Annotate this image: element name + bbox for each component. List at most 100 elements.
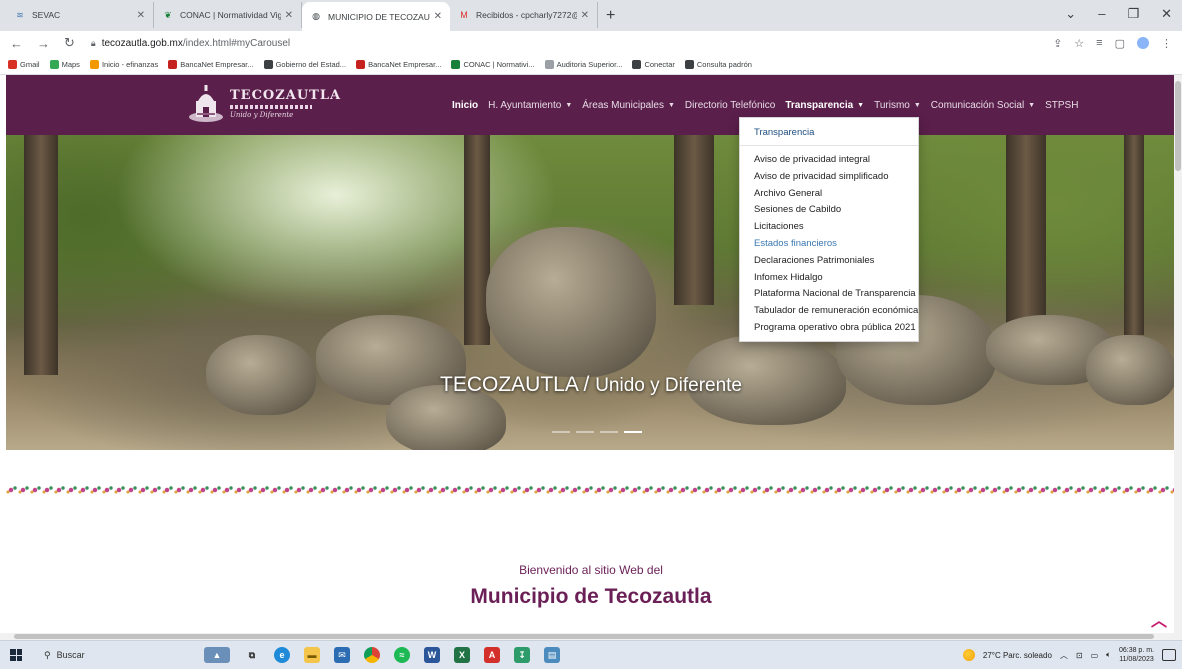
carousel-indicator[interactable] [576,431,594,433]
decorative-pattern-strip [6,485,1176,495]
address-bar: ← → ↻ 🔒︎ tecozautla.gob.mx/index.html#my… [0,31,1182,55]
start-button[interactable] [0,641,32,669]
tab-title: Recibidos - cpcharly7272@gmai [476,10,577,20]
weather-text[interactable]: 27°C Parc. soleado [983,651,1052,660]
conac-favicon-icon: ❦ [164,9,172,20]
bookmark-favicon-icon [8,60,17,69]
close-tab-icon[interactable]: ✕ [434,11,442,22]
bookmark-item[interactable]: CONAC | Normativi... [451,60,535,69]
contpaqi-icon[interactable]: ↧ [514,647,530,663]
close-window-icon[interactable]: ✕ [1161,6,1172,22]
site-logo[interactable]: TECOZAUTLA Unido y Diferente [188,83,341,123]
clock[interactable]: 06:38 p. m. 11/08/2023 [1119,646,1154,664]
new-tab-button[interactable]: + [606,7,615,25]
dropdown-item[interactable]: Sesiones de Cabildo [740,202,918,219]
nav-item-stpsh[interactable]: STPSH [1045,100,1078,111]
dropdown-header[interactable]: Transparencia [740,122,918,146]
word-icon[interactable]: W [424,647,440,663]
bookmark-item[interactable]: Maps [49,60,80,69]
notification-icon[interactable] [1162,649,1176,661]
browser-tab[interactable]: ❦ CONAC | Normatividad Vigente ✕ [154,2,302,28]
spotify-icon[interactable]: ≈ [394,647,410,663]
nav-item-comunicación-social[interactable]: Comunicación Social ▼ [931,100,1035,111]
transparencia-dropdown: Transparencia Aviso de privacidad integr… [739,117,919,342]
hero-caption-sub: Unido y Diferente [595,375,742,396]
dropdown-item[interactable]: Infomex Hidalgo [740,270,918,287]
bookmark-favicon-icon [684,60,694,69]
nav-item-label: Comunicación Social [930,100,1025,111]
dropdown-item[interactable]: Aviso de privacidad integral [740,152,918,169]
clock-date: 11/08/2023 [1119,656,1154,663]
vertical-scrollbar[interactable] [1174,75,1182,638]
bookmark-label: Inicio - efinanzas [101,60,159,69]
dropdown-item[interactable]: Estados financieros [740,236,918,253]
dropdown-item[interactable]: Declaraciones Patrimoniales [740,253,918,270]
dropdown-item[interactable]: Archivo General [740,186,918,203]
widgets-icon[interactable]: ▲ [204,647,230,663]
dropdown-item[interactable]: Tabulador de remuneración económica [740,303,918,320]
tree-trunk [674,135,714,305]
bookmark-item[interactable]: Gobierno del Estad... [263,60,346,69]
browser-tab[interactable]: M Recibidos - cpcharly7272@gmai ✕ [450,2,598,28]
network-icon[interactable]: ⊡ [1076,651,1083,660]
chrome-icon[interactable] [364,647,380,663]
bookmark-item[interactable]: Gmail [8,60,40,69]
site-navbar: TECOZAUTLA Unido y Diferente Inicio H. Ay… [6,75,1176,135]
minimize-icon[interactable]: – [1098,6,1105,22]
maximize-icon[interactable]: ❐ [1127,6,1139,22]
nav-item-transparencia[interactable]: Transparencia ▼ [785,100,864,111]
volume-icon[interactable]: 🔈︎ [1106,650,1111,660]
taskbar-search[interactable]: ⚲ Buscar [36,644,176,666]
tray-chevron-icon[interactable]: ︿ [1060,650,1068,661]
nav-item-áreas-municipales[interactable]: Áreas Municipales ▼ [582,100,675,111]
back-icon[interactable]: ← [10,36,23,51]
share-icon[interactable]: ⇪ [1053,37,1062,50]
bookmark-item[interactable]: BancaNet Empresar... [168,60,254,69]
bookmark-item[interactable]: Consulta padrón [684,60,752,69]
dropdown-item[interactable]: Programa operativo obra pública 2021 [740,320,918,337]
nav-item-inicio[interactable]: Inicio [452,100,478,111]
bookmark-item[interactable]: BancaNet Empresar... [356,60,441,69]
database-app-icon[interactable]: ▤ [544,647,560,663]
hero-carousel[interactable]: TECOZAUTLA / Unido y Diferente [6,135,1176,450]
bookmark-item[interactable]: Auditoria Superior... [544,60,622,69]
nav-item-directorio-telefónico[interactable]: Directorio Telefónico [685,100,775,111]
scrollbar-thumb[interactable] [14,634,1154,639]
dropdown-item[interactable]: Licitaciones [740,219,918,236]
reading-list-icon[interactable]: ≡ [1096,37,1102,49]
carousel-indicator-active[interactable] [624,431,642,433]
carousel-indicator[interactable] [552,431,570,433]
scrollbar-thumb[interactable] [1175,81,1181,171]
browser-tab[interactable]: ≋ SEVAC ✕ [6,2,154,28]
bookmark-item[interactable]: Inicio - efinanzas [89,60,159,69]
file-explorer-icon[interactable]: ▬ [304,647,320,663]
url-field[interactable]: 🔒︎ tecozautla.gob.mx/index.html#myCarous… [91,38,290,49]
nav-item-h-ayuntamiento[interactable]: H. Ayuntamiento ▼ [488,100,572,111]
bookmark-star-icon[interactable]: ☆ [1074,37,1084,50]
task-view-icon[interactable]: ⧉ [244,647,260,663]
acrobat-icon[interactable]: A [484,647,500,663]
sidebar-icon[interactable]: ▢ [1115,37,1125,50]
close-tab-icon[interactable]: ✕ [581,10,589,21]
scroll-to-top-icon[interactable]: ︿ [1150,614,1168,630]
mail-icon[interactable]: ✉ [334,647,350,663]
display-icon[interactable]: ▭ [1091,651,1099,660]
bookmark-label: Maps [61,60,80,69]
close-tab-icon[interactable]: ✕ [285,10,293,21]
hero-caption: TECOZAUTLA / Unido y Diferente [6,373,1176,397]
excel-icon[interactable]: X [454,647,470,663]
profile-avatar[interactable] [1137,37,1149,49]
browser-tab-active[interactable]: ◍ MUNICIPIO DE TECOZAUTLA 20: ✕ [302,2,450,31]
carousel-indicator[interactable] [600,431,618,433]
forward-icon[interactable]: → [37,36,50,51]
horizontal-scrollbar[interactable] [0,633,1182,640]
reload-icon[interactable]: ↻ [64,35,75,51]
menu-kebab-icon[interactable]: ⋮ [1161,37,1172,50]
edge-icon[interactable]: e [274,647,290,663]
close-tab-icon[interactable]: ✕ [137,10,145,21]
dropdown-item[interactable]: Aviso de privacidad simplificado [740,169,918,186]
dropdown-item[interactable]: Plataforma Nacional de Transparencia [740,286,918,303]
nav-item-turismo[interactable]: Turismo ▼ [874,100,921,111]
bookmark-item[interactable]: Conectar [632,60,675,69]
tab-search-icon[interactable]: ⌄ [1065,6,1076,22]
